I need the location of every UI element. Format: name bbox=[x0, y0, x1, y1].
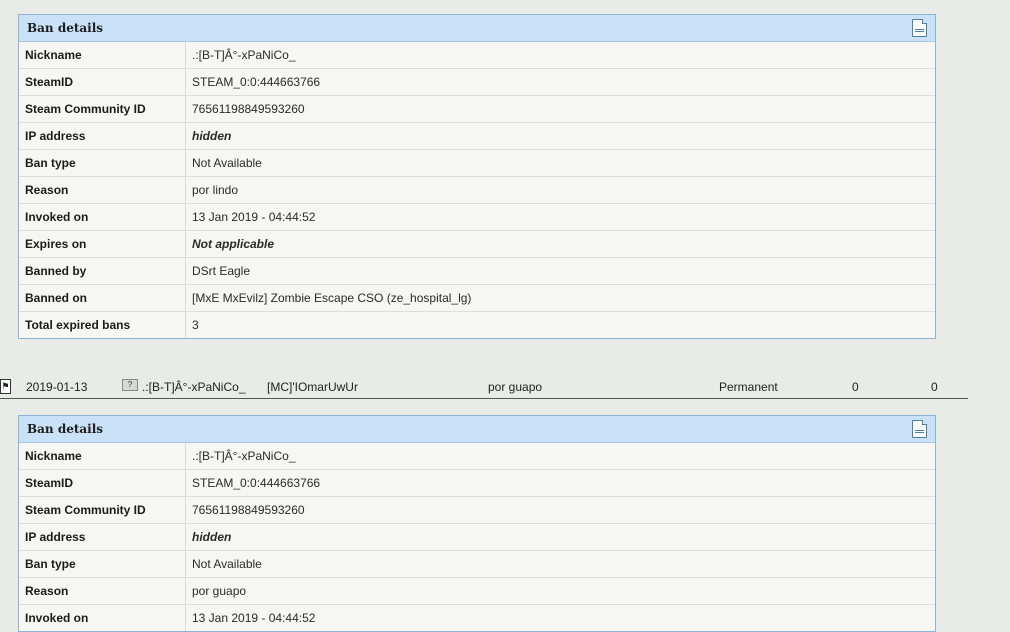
row-banned-by: Banned by DSrt Eagle bbox=[19, 257, 935, 285]
label-steamid: SteamID bbox=[19, 469, 186, 497]
row-ip-address: IP address hidden bbox=[19, 523, 935, 551]
unknown-country-flag-icon: ? bbox=[122, 379, 138, 391]
row-invoked-on: Invoked on 13 Jan 2019 - 04:44:52 bbox=[19, 604, 935, 631]
label-steamid: SteamID bbox=[19, 68, 186, 96]
label-expires-on: Expires on bbox=[19, 230, 186, 258]
label-total-expired-bans: Total expired bans bbox=[19, 311, 186, 338]
panel-title: Ban details bbox=[27, 21, 104, 35]
value-ip-address: hidden bbox=[185, 523, 935, 551]
value-banned-by: DSrt Eagle bbox=[185, 257, 935, 285]
value-ip-address: hidden bbox=[185, 122, 935, 150]
label-banned-by: Banned by bbox=[19, 257, 186, 285]
ban-admin-name: [MC]'IOmarUwUr bbox=[267, 380, 358, 394]
label-community-id: Steam Community ID bbox=[19, 496, 186, 524]
row-steamid: SteamID STEAM_0:0:444663766 bbox=[19, 469, 935, 497]
value-banned-on: [MxE MxEvilz] Zombie Escape CSO (ze_hosp… bbox=[185, 284, 935, 312]
panel-title: Ban details bbox=[27, 422, 104, 436]
document-icon[interactable] bbox=[912, 420, 927, 438]
document-icon[interactable] bbox=[912, 19, 927, 37]
row-ban-type: Ban type Not Available bbox=[19, 149, 935, 177]
panel-header: Ban details bbox=[19, 416, 935, 443]
value-ban-type: Not Available bbox=[185, 149, 935, 177]
row-banned-on: Banned on [MxE MxEvilz] Zombie Escape CS… bbox=[19, 284, 935, 312]
value-steamid: STEAM_0:0:444663766 bbox=[185, 68, 935, 96]
ban-date: 2019-01-13 bbox=[26, 380, 88, 394]
label-ip-address: IP address bbox=[19, 122, 186, 150]
row-invoked-on: Invoked on 13 Jan 2019 - 04:44:52 bbox=[19, 203, 935, 231]
ban-reason: por guapo bbox=[488, 380, 543, 394]
value-nickname: .:[B-T]Â°-xPaNiCo_ bbox=[192, 48, 296, 62]
label-banned-on: Banned on bbox=[19, 284, 186, 312]
value-expires-on: Not applicable bbox=[185, 230, 935, 258]
value-steamid: STEAM_0:0:444663766 bbox=[185, 469, 935, 497]
value-reason: por lindo bbox=[185, 176, 935, 204]
label-ban-type: Ban type bbox=[19, 550, 186, 578]
steam-community-link[interactable]: 76561198849593260 bbox=[185, 95, 935, 123]
label-invoked-on: Invoked on bbox=[19, 203, 186, 231]
game-mod-icon: ⚑ bbox=[0, 379, 11, 394]
label-ip-address: IP address bbox=[19, 523, 186, 551]
label-reason: Reason bbox=[19, 577, 186, 605]
ban-details-table: Nickname .:[B-T]Â°-xPaNiCo_ SteamID STEA… bbox=[19, 443, 935, 631]
row-community-id: Steam Community ID 76561198849593260 bbox=[19, 496, 935, 524]
row-reason: Reason por lindo bbox=[19, 176, 935, 204]
label-nickname: Nickname bbox=[19, 443, 186, 470]
row-community-id: Steam Community ID 76561198849593260 bbox=[19, 95, 935, 123]
value-total-expired-bans: 3 bbox=[185, 311, 935, 338]
ban-details-table: Nickname .:[B-T]Â°-xPaNiCo_ SteamID STEA… bbox=[19, 42, 935, 338]
row-steamid: SteamID STEAM_0:0:444663766 bbox=[19, 68, 935, 96]
row-reason: Reason por guapo bbox=[19, 577, 935, 605]
value-reason: por guapo bbox=[185, 577, 935, 605]
ban-details-panel-1: Ban details Nickname .:[B-T]Â°-xPaNiCo_ … bbox=[18, 14, 936, 339]
panel-header: Ban details bbox=[19, 15, 935, 42]
value-nickname: .:[B-T]Â°-xPaNiCo_ bbox=[192, 449, 296, 463]
row-nickname: Nickname .:[B-T]Â°-xPaNiCo_ bbox=[19, 443, 935, 470]
row-ip-address: IP address hidden bbox=[19, 122, 935, 150]
row-nickname: Nickname .:[B-T]Â°-xPaNiCo_ bbox=[19, 42, 935, 69]
label-ban-type: Ban type bbox=[19, 149, 186, 177]
value-ban-type: Not Available bbox=[185, 550, 935, 578]
row-total-expired-bans: Total expired bans 3 bbox=[19, 311, 935, 338]
steam-community-link[interactable]: 76561198849593260 bbox=[185, 496, 935, 524]
value-invoked-on: 13 Jan 2019 - 04:44:52 bbox=[185, 203, 935, 231]
ban-count-2: 0 bbox=[931, 380, 938, 394]
label-nickname: Nickname bbox=[19, 42, 186, 69]
row-ban-type: Ban type Not Available bbox=[19, 550, 935, 578]
ban-length: Permanent bbox=[719, 380, 778, 394]
row-expires-on: Expires on Not applicable bbox=[19, 230, 935, 258]
value-invoked-on: 13 Jan 2019 - 04:44:52 bbox=[185, 604, 935, 631]
ban-count-1: 0 bbox=[852, 380, 859, 394]
ban-list-row[interactable]: ⚑ 2019-01-13 ? .:[B-T]Â°-xPaNiCo_ [MC]'I… bbox=[0, 376, 968, 399]
label-invoked-on: Invoked on bbox=[19, 604, 186, 631]
ban-player-name: .:[B-T]Â°-xPaNiCo_ bbox=[142, 380, 246, 394]
label-reason: Reason bbox=[19, 176, 186, 204]
label-community-id: Steam Community ID bbox=[19, 95, 186, 123]
ban-details-panel-2: Ban details Nickname .:[B-T]Â°-xPaNiCo_ … bbox=[18, 415, 936, 632]
